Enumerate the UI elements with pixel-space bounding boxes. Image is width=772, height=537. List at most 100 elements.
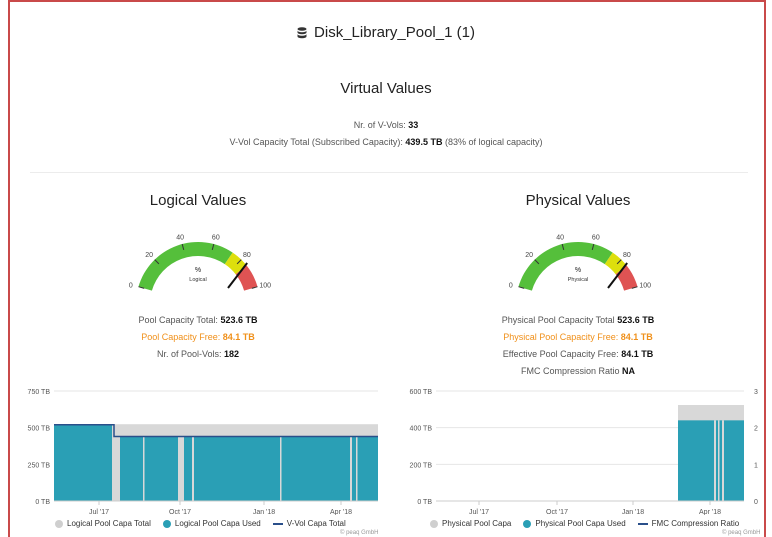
effective-free-label: Effective Pool Capacity Free: bbox=[502, 349, 619, 359]
fmc-compression-ratio: FMC Compression Ratio NA bbox=[418, 366, 738, 376]
gauge-band-green bbox=[518, 242, 613, 291]
gauge-band-green bbox=[138, 242, 233, 291]
pool-free-value: 84.1 TB bbox=[222, 332, 255, 342]
x-tick-label: Apr '18 bbox=[330, 509, 352, 515]
panel-top-border bbox=[8, 0, 766, 2]
gauge-label: Physical bbox=[568, 277, 588, 283]
gauge-label: Logical bbox=[189, 277, 206, 283]
legend-dot-used bbox=[523, 519, 532, 528]
fmc-value: NA bbox=[622, 366, 636, 376]
gauge-tick-label: 0 bbox=[509, 282, 513, 289]
virtual-values-title: Virtual Values bbox=[340, 80, 432, 97]
physical-capacity-chart: 600 TB 400 TB 200 TB 0 TB 3 2 1 0 Jul '17 Oct '17… bbox=[410, 389, 759, 515]
y-tick-label: 0 TB bbox=[417, 499, 432, 506]
physical-total-value: 523.6 TB bbox=[617, 315, 655, 325]
area-gap bbox=[718, 420, 720, 501]
gauge-tick-label: 100 bbox=[259, 282, 271, 289]
legend-label: Logical Pool Capa Total bbox=[67, 519, 151, 528]
gauge-tick-label: 100 bbox=[639, 282, 651, 289]
gauge-tick-label: 80 bbox=[243, 252, 251, 259]
gauge-tick-label: 80 bbox=[623, 252, 631, 259]
legend-label: Logical Pool Capa Used bbox=[174, 519, 261, 528]
x-tick-label: Apr '18 bbox=[699, 509, 721, 515]
logical-chart-legend: Logical Pool Capa Total Logical Pool Cap… bbox=[55, 519, 346, 528]
y2-tick-label: 3 bbox=[754, 389, 758, 396]
legend-item-logical-total[interactable]: Logical Pool Capa Total bbox=[55, 519, 151, 528]
pool-vols-count: Nr. of Pool-Vols: 182 bbox=[38, 349, 358, 359]
y2-tick-label: 2 bbox=[754, 426, 758, 433]
gauge-tick-label: 60 bbox=[592, 234, 600, 241]
y-tick-label: 200 TB bbox=[410, 462, 433, 469]
physical-total-label: Physical Pool Capacity Total bbox=[501, 315, 615, 325]
gauge-tick-label: 40 bbox=[176, 234, 184, 241]
physical-chart-legend: Physical Pool Capa Physical Pool Capa Us… bbox=[430, 519, 739, 528]
x-tick-label: Jan '18 bbox=[622, 509, 644, 515]
y-tick-label: 0 TB bbox=[35, 499, 50, 506]
legend-line-fmc bbox=[637, 522, 648, 525]
legend-item-physical-used[interactable]: Physical Pool Capa Used bbox=[523, 519, 626, 528]
x-tick-label: Jul '17 bbox=[469, 509, 489, 515]
area-gap bbox=[350, 436, 352, 501]
legend-item-logical-used[interactable]: Logical Pool Capa Used bbox=[162, 519, 261, 528]
y2-tick-label: 0 bbox=[754, 499, 758, 506]
physical-capacity-total: Physical Pool Capacity Total 523.6 TB bbox=[418, 315, 738, 325]
y-tick-label: 400 TB bbox=[410, 426, 433, 433]
effective-free-value: 84.1 TB bbox=[621, 349, 654, 359]
physical-free-value: 84.1 TB bbox=[620, 332, 653, 342]
legend-dot-total bbox=[55, 519, 63, 528]
vvols-label: Nr. of V-Vols: bbox=[353, 120, 406, 130]
chart-credit: © peaq GmbH bbox=[722, 530, 761, 536]
x-tick-label: Oct '17 bbox=[169, 509, 191, 515]
legend-label: Physical Pool Capa Used bbox=[535, 519, 626, 528]
legend-label: V-Vol Capa Total bbox=[286, 519, 346, 528]
area-gap bbox=[722, 420, 724, 501]
vvol-capacity: V-Vol Capacity Total (Subscribed Capacit… bbox=[0, 137, 772, 147]
area-capa-used bbox=[120, 436, 378, 501]
gauge-tick-label: 0 bbox=[129, 282, 133, 289]
y2-tick-label: 1 bbox=[754, 462, 758, 469]
y-tick-label: 250 TB bbox=[28, 462, 51, 469]
effective-capacity-free: Effective Pool Capacity Free: 84.1 TB bbox=[418, 349, 738, 359]
legend-item-vvol-total[interactable]: V-Vol Capa Total bbox=[272, 519, 346, 528]
pool-title-text: Disk_Library_Pool_1 (1) bbox=[314, 24, 475, 41]
legend-label: FMC Compression Ratio bbox=[651, 519, 740, 528]
pool-capacity-free: Pool Capacity Free: 84.1 TB bbox=[38, 332, 358, 342]
area-gap bbox=[356, 436, 358, 501]
fmc-label: FMC Compression Ratio bbox=[520, 366, 620, 376]
pool-vols-value: 182 bbox=[224, 349, 240, 359]
gauge-unit: % bbox=[575, 267, 581, 274]
area-capa-used bbox=[54, 424, 112, 501]
vvols-value: 33 bbox=[408, 120, 419, 130]
x-tick-label: Jan '18 bbox=[253, 509, 275, 515]
gauge-tick-label: 60 bbox=[212, 234, 220, 241]
pool-vols-label: Nr. of Pool-Vols: bbox=[156, 349, 222, 359]
vvols-count: Nr. of V-Vols: 33 bbox=[0, 120, 772, 130]
vvol-capacity-value: 439.5 TB bbox=[405, 137, 443, 147]
x-tick-label: Jul '17 bbox=[89, 509, 109, 515]
x-tick-label: Oct '17 bbox=[546, 509, 568, 515]
gauge-tick-label: 20 bbox=[145, 252, 153, 259]
chart-credit: © peaq GmbH bbox=[340, 530, 379, 536]
pool-free-label: Pool Capacity Free: bbox=[141, 332, 221, 342]
legend-item-physical-capa[interactable]: Physical Pool Capa bbox=[430, 519, 511, 528]
section-divider bbox=[30, 172, 748, 173]
legend-item-fmc[interactable]: FMC Compression Ratio bbox=[637, 519, 740, 528]
area-gap bbox=[192, 436, 194, 501]
pool-total-value: 523.6 TB bbox=[220, 315, 258, 325]
physical-values-title: Physical Values bbox=[525, 192, 631, 209]
legend-dot-used bbox=[162, 519, 171, 528]
gauge-unit: % bbox=[195, 267, 201, 274]
gauge-tick-label: 20 bbox=[525, 252, 533, 259]
area-gap bbox=[143, 436, 145, 501]
logical-gauge: 0 20 40 60 80 100% Logical bbox=[129, 234, 271, 291]
vvol-capacity-note: (83% of logical capacity) bbox=[444, 137, 543, 147]
area-gap bbox=[280, 436, 282, 501]
pool-title: Disk_Library_Pool_1 (1) bbox=[0, 24, 772, 43]
area-physical-used bbox=[678, 420, 744, 501]
vvol-capacity-label: V-Vol Capacity Total (Subscribed Capacit… bbox=[229, 137, 403, 147]
logical-values-title: Logical Values bbox=[149, 192, 247, 209]
pool-total-label: Pool Capacity Total: bbox=[138, 315, 218, 325]
legend-label: Physical Pool Capa bbox=[442, 519, 512, 528]
area-gap bbox=[714, 420, 716, 501]
pool-capacity-total: Pool Capacity Total: 523.6 TB bbox=[38, 315, 358, 325]
